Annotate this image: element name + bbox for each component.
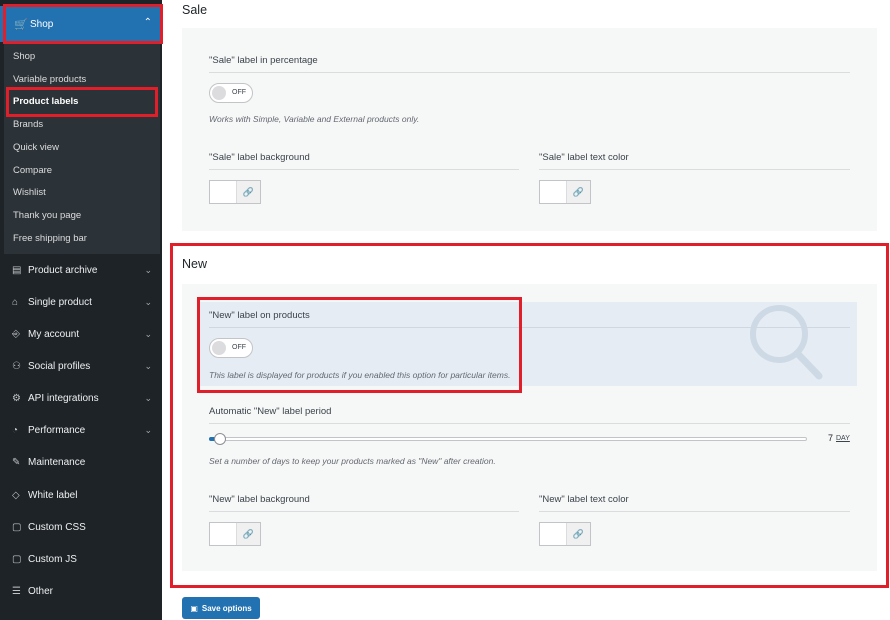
sidebar-item-maintenance[interactable]: ✎ Maintenance <box>12 457 156 468</box>
divider <box>209 423 850 424</box>
chevron-down-icon: ⌄ <box>144 393 152 403</box>
list-icon: ☰ <box>12 586 21 597</box>
toggle-state: OFF <box>232 89 246 96</box>
new-text-color-picker[interactable]: 🔗 <box>539 522 591 546</box>
divider <box>539 169 850 170</box>
sidebar-item-label: Single product <box>28 297 92 308</box>
chevron-down-icon: ⌄ <box>144 361 152 371</box>
sidebar-item-label: Other <box>28 586 54 597</box>
sale-text-color-picker[interactable]: 🔗 <box>539 180 591 204</box>
sidebar-item-my-account[interactable]: ⎆ My account ⌄ <box>12 329 156 340</box>
chevron-down-icon: ⌄ <box>144 425 152 435</box>
save-options-button[interactable]: ▣ Save options <box>182 597 260 619</box>
sidebar-item-social-profiles[interactable]: ⚇ Social profiles ⌄ <box>12 361 156 372</box>
link-icon[interactable]: 🔗 <box>236 181 260 203</box>
chevron-down-icon: ⌄ <box>144 297 152 307</box>
submenu-item-quick-view[interactable]: Quick view <box>13 142 59 153</box>
new-period-slider[interactable] <box>209 437 807 441</box>
submenu-item-shop[interactable]: Shop <box>13 51 35 62</box>
new-period-unit: DAY <box>836 435 850 442</box>
sidebar-item-label: White label <box>28 490 78 501</box>
section-title-sale: Sale <box>182 3 208 17</box>
link-icon[interactable]: 🔗 <box>566 523 590 545</box>
sidebar-item-custom-css[interactable]: ▢ Custom CSS <box>12 522 156 533</box>
chevron-down-icon: ⌄ <box>144 265 152 275</box>
highlight-box <box>3 4 163 44</box>
sidebar-item-label: Social profiles <box>28 361 91 372</box>
toggle-knob <box>212 86 226 100</box>
css-file-icon: ▢ <box>12 522 22 533</box>
sidebar-item-label: Performance <box>28 425 86 436</box>
sale-text-color-label: "Sale" label text color <box>539 152 629 163</box>
tag-icon: ◇ <box>12 490 20 501</box>
bag-icon: ⌂ <box>12 297 19 308</box>
sale-percentage-toggle[interactable]: OFF <box>209 83 253 103</box>
archive-icon: ▤ <box>12 265 22 276</box>
sidebar-item-label: My account <box>28 329 80 340</box>
sale-percentage-hint: Works with Simple, Variable and External… <box>209 114 420 124</box>
sidebar-item-label: Custom JS <box>28 554 77 565</box>
sidebar: 🛒 Shop ⌃ Shop Variable products Product … <box>0 0 163 620</box>
app-root: 🛒 Shop ⌃ Shop Variable products Product … <box>0 0 890 620</box>
dashboard-icon: ◔ <box>12 425 19 436</box>
sidebar-item-custom-js[interactable]: ▢ Custom JS <box>12 554 156 565</box>
sale-background-color-picker[interactable]: 🔗 <box>209 180 261 204</box>
sidebar-item-label: API integrations <box>28 393 99 404</box>
sidebar-item-performance[interactable]: ◔ Performance ⌄ <box>12 425 156 436</box>
js-file-icon: ▢ <box>12 554 22 565</box>
sidebar-item-label: Custom CSS <box>28 522 86 533</box>
new-period-label: Automatic "New" label period <box>209 406 332 417</box>
shop-submenu: Shop Variable products Product labels Br… <box>4 44 160 254</box>
chevron-down-icon: ⌄ <box>144 329 152 339</box>
new-background-color-picker[interactable]: 🔗 <box>209 522 261 546</box>
sidebar-item-label: Maintenance <box>28 457 86 468</box>
gear-icon: ⚙ <box>12 393 21 404</box>
sidebar-item-white-label[interactable]: ◇ White label <box>12 490 156 501</box>
divider <box>539 511 850 512</box>
new-text-color-label: "New" label text color <box>539 494 629 505</box>
sidebar-item-other[interactable]: ☰ Other <box>12 586 156 597</box>
sidebar-item-label: Product archive <box>28 265 98 276</box>
account-icon: ⎆ <box>12 329 20 340</box>
save-icon: ▣ <box>190 603 198 613</box>
link-icon[interactable]: 🔗 <box>236 523 260 545</box>
sale-panel: "Sale" label in percentage OFF Works wit… <box>182 28 877 231</box>
submenu-item-free-shipping-bar[interactable]: Free shipping bar <box>13 233 87 244</box>
new-background-label: "New" label background <box>209 494 310 505</box>
divider <box>209 169 519 170</box>
section-title-new: New <box>182 257 208 271</box>
sidebar-item-product-archive[interactable]: ▤ Product archive ⌄ <box>12 265 156 276</box>
highlight-box <box>6 87 158 117</box>
sale-background-label: "Sale" label background <box>209 152 310 163</box>
submenu-item-variable-products[interactable]: Variable products <box>13 74 86 85</box>
submenu-item-thank-you-page[interactable]: Thank you page <box>13 210 81 221</box>
sale-percentage-label: "Sale" label in percentage <box>209 55 318 66</box>
new-period-hint: Set a number of days to keep your produc… <box>209 456 496 466</box>
divider <box>209 72 850 73</box>
sidebar-item-single-product[interactable]: ⌂ Single product ⌄ <box>12 297 156 308</box>
divider <box>209 511 519 512</box>
search-icon <box>750 305 823 380</box>
sidebar-item-api-integrations[interactable]: ⚙ API integrations ⌄ <box>12 393 156 404</box>
wrench-icon: ✎ <box>12 457 21 468</box>
new-period-value: 7 <box>828 433 834 443</box>
link-icon[interactable]: 🔗 <box>566 181 590 203</box>
highlight-box <box>197 297 522 393</box>
submenu-item-wishlist[interactable]: Wishlist <box>13 187 46 198</box>
submenu-item-compare[interactable]: Compare <box>13 165 52 176</box>
save-label: Save options <box>201 603 252 613</box>
submenu-item-brands[interactable]: Brands <box>13 119 43 130</box>
users-icon: ⚇ <box>12 361 21 372</box>
slider-handle[interactable] <box>214 433 226 445</box>
